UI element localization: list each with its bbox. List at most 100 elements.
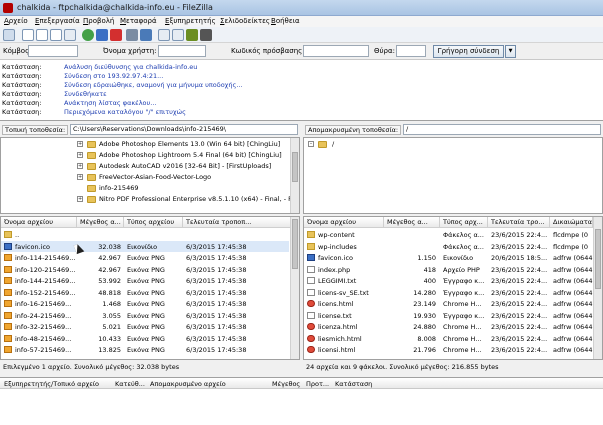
- local-file-scrollbar[interactable]: [290, 217, 299, 359]
- toggle-log-icon[interactable]: [22, 29, 34, 41]
- local-path-input[interactable]: C:\Users\Reservations\Downloads\info-215…: [70, 124, 298, 135]
- host-input[interactable]: [28, 45, 78, 57]
- compare-icon[interactable]: [172, 29, 184, 41]
- file-row[interactable]: favicon.ico 32.038 Εικονίδιο 6/3/2015 17:45…: [1, 240, 289, 252]
- file-row[interactable]: info-32-215469... 5.021 Εικόνα PNG 6/3/2015…: [1, 321, 289, 332]
- local-directory-tree[interactable]: + Adobe Photoshop Elements 13.0 (Win 64 b…: [0, 137, 300, 214]
- username-input[interactable]: [158, 45, 206, 57]
- cell-name: licens.html: [318, 300, 354, 308]
- port-input[interactable]: [396, 45, 426, 57]
- file-icon: [307, 300, 315, 307]
- folder-icon: [307, 231, 315, 238]
- file-icon: [4, 346, 12, 353]
- file-row[interactable]: index.php 418 Αρχείο PHP 23/6/2015 22:4... a…: [304, 264, 593, 275]
- menu-file[interactable]: Αρχείο: [4, 17, 28, 25]
- filter-icon[interactable]: [158, 29, 170, 41]
- col-permissions[interactable]: Δικαιώματα: [550, 217, 593, 228]
- quickconnect-button[interactable]: Γρήγορη σύνδεση: [433, 45, 504, 58]
- col-filename[interactable]: Όνομα αρχείου: [1, 217, 77, 228]
- search-icon[interactable]: [200, 29, 212, 41]
- queue-col-remote-file[interactable]: Απομακρυσμένο αρχείο: [150, 380, 226, 388]
- col-filetype[interactable]: Τύπος αρχείου: [124, 217, 183, 228]
- toggle-queue-icon[interactable]: [64, 29, 76, 41]
- remote-directory-tree[interactable]: – /: [303, 137, 603, 214]
- file-row[interactable]: LEGGIMI.txt 400 Έγγραφο κ... 23/6/2015 22:4…: [304, 275, 593, 286]
- remote-file-scrollbar[interactable]: [593, 217, 602, 359]
- remote-file-list[interactable]: Όνομα αρχείου Μέγεθος α... Τύπος αρχ... …: [303, 216, 603, 360]
- cell-date: 6/3/2015 17:45:38: [186, 288, 247, 297]
- reconnect-icon[interactable]: [140, 29, 152, 41]
- file-row[interactable]: licensi.html 21.796 Chrome H... 23/6/2015 2…: [304, 344, 593, 355]
- cell-size: 5.021: [102, 323, 121, 331]
- queue-col-priority[interactable]: Προτ...: [306, 380, 329, 388]
- menu-transfer[interactable]: Μεταφορά: [120, 17, 157, 25]
- col-modified[interactable]: Τελευταία τροποπ...: [183, 217, 291, 228]
- scroll-thumb[interactable]: [292, 219, 298, 269]
- file-row[interactable]: licens-sv_SE.txt 14.280 Έγγραφο κ... 23/6/2…: [304, 287, 593, 298]
- file-row[interactable]: licens.html 23.149 Chrome H... 23/6/2015 22…: [304, 298, 593, 309]
- cell-date: 6/3/2015 17:45:38: [186, 323, 247, 331]
- file-row[interactable]: licenza.html 24.880 Chrome H... 23/6/2015 2…: [304, 321, 593, 332]
- file-row[interactable]: info-120-215469... 42.967 Εικόνα PNG 6/3/20…: [1, 264, 289, 275]
- cell-type: Εικόνα PNG: [127, 346, 165, 354]
- col-modified[interactable]: Τελευταία τρο...: [488, 217, 550, 228]
- col-filesize[interactable]: Μέγεθος α...: [384, 217, 440, 228]
- toggle-local-tree-icon[interactable]: [36, 29, 48, 41]
- sync-browse-icon[interactable]: [186, 29, 198, 41]
- file-icon: [4, 254, 12, 261]
- local-file-list[interactable]: Όνομα αρχείου Μέγεθος α... Τύπος αρχείου…: [0, 216, 300, 360]
- cell-size: 8.008: [417, 334, 436, 343]
- refresh-icon[interactable]: [82, 29, 94, 41]
- password-input[interactable]: [303, 45, 369, 57]
- scroll-thumb[interactable]: [595, 229, 601, 289]
- file-icon: [307, 254, 315, 261]
- file-row[interactable]: info-24-215469... 3.055 Εικόνα PNG 6/3/2015…: [1, 310, 289, 321]
- queue-col-direction[interactable]: Κατεύθ...: [115, 380, 145, 388]
- quickconnect-dropdown-button[interactable]: ▼: [505, 45, 516, 58]
- col-filetype[interactable]: Τύπος αρχ...: [440, 217, 488, 228]
- cell-type: Εικονίδιο: [127, 242, 158, 251]
- file-row[interactable]: liesmich.html 8.008 Chrome H... 23/6/2015 2…: [304, 333, 593, 344]
- scroll-thumb[interactable]: [292, 152, 298, 182]
- site-manager-icon[interactable]: [3, 29, 15, 41]
- file-row[interactable]: info-16-215469... 1.468 Εικόνα PNG 6/3/2015…: [1, 298, 289, 309]
- file-row[interactable]: wp-includes Φάκελος α... 23/6/2015 22:4...…: [304, 241, 592, 252]
- col-filename[interactable]: Όνομα αρχείου: [304, 217, 384, 228]
- menu-server[interactable]: Εξυπηρετητής: [165, 17, 216, 25]
- process-queue-icon[interactable]: [96, 29, 108, 41]
- col-filesize[interactable]: Μέγεθος α...: [77, 217, 124, 228]
- menu-edit[interactable]: Επεξεργασία: [35, 17, 80, 25]
- toggle-remote-tree-icon[interactable]: [50, 29, 62, 41]
- file-row[interactable]: info-144-215469... 53.992 Εικόνα PNG 6/3/20…: [1, 275, 289, 286]
- menu-bookmarks[interactable]: Σελιδοδείκτες: [220, 17, 270, 25]
- cell-name: info-57-215469...: [15, 346, 72, 354]
- file-icon: [4, 277, 12, 284]
- file-row[interactable]: wp-content Φάκελος α... 23/6/2015 22:4... f…: [304, 229, 592, 240]
- transfer-queue[interactable]: [0, 389, 603, 425]
- local-tree-scrollbar[interactable]: [290, 138, 299, 213]
- remote-path-input[interactable]: /: [403, 124, 601, 135]
- folder-icon: [87, 141, 96, 148]
- queue-col-size[interactable]: Μέγεθος: [272, 380, 300, 388]
- cell-date: 6/3/2015 17:45:38: [186, 277, 247, 285]
- message-log[interactable]: Κατάσταση: Ανάλυση διεύθυνσης για chalkid…: [0, 60, 603, 121]
- cell-size: 418: [423, 265, 436, 274]
- cell-type: Φάκελος α...: [443, 242, 484, 251]
- file-row[interactable]: license.txt 19.930 Έγγραφο κ... 23/6/2015 2…: [304, 310, 593, 321]
- cell-date: 6/3/2015 17:45:38: [186, 311, 247, 320]
- cell-perm: adfrw (0644: [553, 300, 593, 308]
- menu-view[interactable]: Προβολή: [83, 17, 114, 25]
- cell-perm: adfrw (0644: [553, 311, 593, 320]
- menu-help[interactable]: Βοήθεια: [271, 17, 300, 25]
- file-row[interactable]: info-48-215469... 10.433 Εικόνα PNG 6/3/201…: [1, 333, 289, 344]
- file-row[interactable]: ..: [1, 229, 289, 240]
- queue-col-status[interactable]: Κατάσταση: [335, 380, 372, 388]
- file-row[interactable]: info-114-215469... 42.967 Εικόνα PNG 6/3/20…: [1, 252, 289, 263]
- disconnect-icon[interactable]: [126, 29, 138, 41]
- queue-col-server-local[interactable]: Εξυπηρετητής/Τοπικό αρχείο: [4, 380, 99, 388]
- quickconnect-bar: Κόμβος: Όνομα χρήστη: Κωδικός πρόσβασης:…: [0, 43, 603, 60]
- cancel-icon[interactable]: [110, 29, 122, 41]
- file-row[interactable]: favicon.ico 1.150 Εικονίδιο 20/6/2015 18:5.…: [304, 252, 593, 263]
- file-row[interactable]: info-152-215469... 48.818 Εικόνα PNG 6/3/20…: [1, 287, 289, 298]
- file-row[interactable]: info-57-215469... 13.825 Εικόνα PNG 6/3/201…: [1, 344, 289, 355]
